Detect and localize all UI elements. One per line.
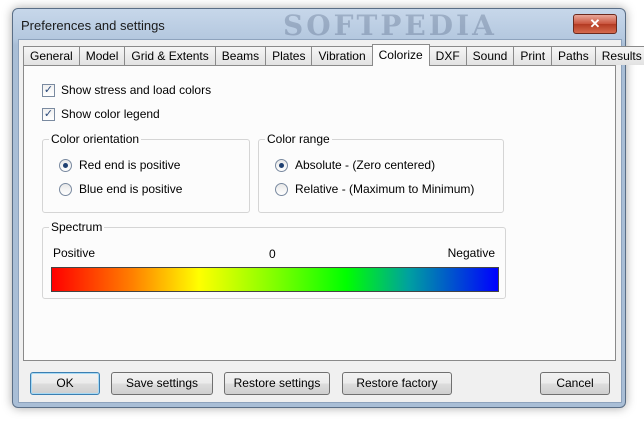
show-legend-checkbox-row[interactable]: ✓ Show color legend [42, 107, 160, 121]
dialog-client-area: General Model Grid & Extents Beams Plate… [18, 39, 644, 403]
restore-factory-button[interactable]: Restore factory [342, 372, 452, 395]
color-orientation-group: Color orientation Red end is positive Bl… [42, 132, 250, 213]
color-orientation-title: Color orientation [49, 132, 142, 146]
tab-vibration[interactable]: Vibration [311, 46, 373, 65]
save-settings-button[interactable]: Save settings [111, 372, 213, 395]
show-stress-checkbox-row[interactable]: ✓ Show stress and load colors [42, 83, 211, 97]
tab-plates[interactable]: Plates [265, 46, 313, 65]
show-legend-checkbox[interactable]: ✓ [42, 107, 55, 121]
check-mark-icon: ✓ [43, 83, 54, 96]
ok-button[interactable]: OK [30, 372, 100, 395]
colorize-panel: ✓ Show stress and load colors ✓ Show col… [23, 65, 616, 361]
tab-sound[interactable]: Sound [465, 46, 515, 65]
radio-red-positive-label: Red end is positive [79, 158, 181, 172]
preferences-window: Preferences and settings SOFTPEDIA ✕ Gen… [12, 8, 644, 408]
radio-relative[interactable] [275, 182, 288, 196]
radio-blue-positive[interactable] [59, 182, 72, 196]
color-range-title: Color range [265, 132, 332, 146]
tab-print[interactable]: Print [513, 46, 553, 65]
close-button[interactable]: ✕ [573, 14, 617, 34]
color-range-group: Color range Absolute - (Zero centered) R… [258, 132, 504, 213]
spectrum-positive-label: Positive [53, 246, 96, 260]
radio-absolute-label: Absolute - (Zero centered) [295, 158, 436, 172]
tab-dxf[interactable]: DXF [428, 46, 467, 65]
show-stress-checkbox[interactable]: ✓ [42, 83, 55, 97]
tab-results[interactable]: Results [594, 46, 644, 65]
radio-relative-label: Relative - (Maximum to Minimum) [295, 182, 475, 196]
window-title: Preferences and settings [21, 18, 165, 33]
tab-paths[interactable]: Paths [551, 46, 596, 65]
tab-beams[interactable]: Beams [214, 46, 267, 65]
color-spectrum-bar [51, 267, 499, 292]
radio-absolute[interactable] [275, 158, 288, 172]
softpedia-watermark: SOFTPEDIA [283, 9, 497, 42]
spectrum-group: Spectrum Positive 0 Negative [42, 220, 506, 299]
cancel-button[interactable]: Cancel [540, 372, 610, 395]
title-bar[interactable]: Preferences and settings SOFTPEDIA ✕ [13, 9, 625, 42]
spectrum-title: Spectrum [49, 220, 105, 234]
check-mark-icon: ✓ [43, 107, 54, 120]
radio-blue-positive-row[interactable]: Blue end is positive [59, 182, 182, 196]
spectrum-zero-label: 0 [269, 247, 276, 261]
radio-absolute-row[interactable]: Absolute - (Zero centered) [275, 158, 435, 172]
close-icon: ✕ [589, 16, 601, 31]
radio-red-positive[interactable] [59, 158, 72, 172]
show-legend-label: Show color legend [61, 107, 160, 121]
tab-colorize[interactable]: Colorize [371, 44, 430, 66]
tab-strip: General Model Grid & Extents Beams Plate… [23, 44, 644, 66]
spectrum-negative-label: Negative [447, 246, 495, 260]
show-stress-label: Show stress and load colors [61, 83, 212, 97]
radio-red-positive-row[interactable]: Red end is positive [59, 158, 180, 172]
tab-general[interactable]: General [23, 46, 80, 65]
radio-relative-row[interactable]: Relative - (Maximum to Minimum) [275, 182, 474, 196]
restore-settings-button[interactable]: Restore settings [224, 372, 330, 395]
radio-blue-positive-label: Blue end is positive [79, 182, 183, 196]
tab-model[interactable]: Model [78, 46, 126, 65]
tab-grid-extents[interactable]: Grid & Extents [124, 46, 216, 65]
